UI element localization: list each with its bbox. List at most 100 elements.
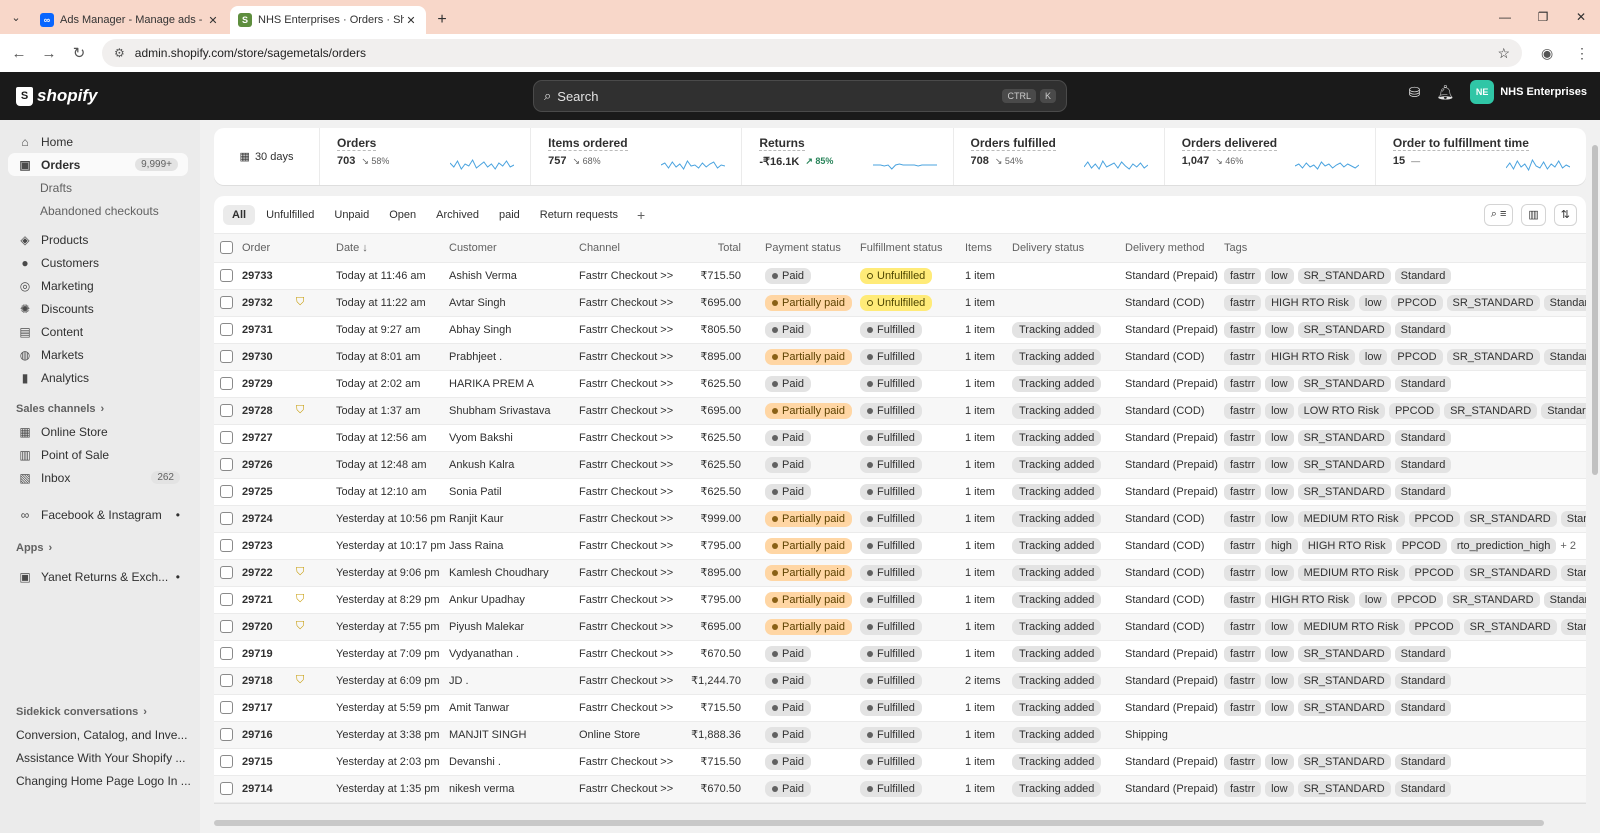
customer-name[interactable]: JD . <box>449 675 469 687</box>
order-number[interactable]: 29722 <box>242 567 273 579</box>
row-checkbox[interactable] <box>220 674 233 687</box>
profile-icon[interactable]: ◉ <box>1541 45 1553 62</box>
risk-shield-icon[interactable]: ⛉ <box>296 674 304 686</box>
col-delivery-status[interactable]: Delivery status <box>1012 234 1125 263</box>
table-row[interactable]: 29717 Yesterday at 5:59 pm Amit Tanwar Fast… <box>214 694 1586 722</box>
row-checkbox[interactable] <box>220 323 233 336</box>
tab-open[interactable]: Open <box>380 205 425 225</box>
sidebar-item-facebook-instagram[interactable]: ∞ Facebook & Instagram • <box>0 503 190 526</box>
table-row[interactable]: 29726 Today at 12:48 am Ankush Kalra Fastrr… <box>214 451 1586 479</box>
row-checkbox[interactable] <box>220 377 233 390</box>
row-checkbox[interactable] <box>220 701 233 714</box>
customer-name[interactable]: Piyush Malekar <box>449 621 524 633</box>
item-count[interactable]: 1 item <box>965 297 995 309</box>
item-count[interactable]: 1 item <box>965 378 995 390</box>
store-menu[interactable]: NE NHS Enterprises <box>1470 80 1587 104</box>
sidebar-item-orders[interactable]: ▣ Orders 9,999+ <box>8 153 188 176</box>
row-checkbox[interactable] <box>220 404 233 417</box>
col-order[interactable]: Order <box>242 234 296 263</box>
item-count[interactable]: 2 items <box>965 675 1000 687</box>
search-filter-button[interactable]: ⌕ ≡ <box>1483 203 1514 226</box>
item-count[interactable]: 1 item <box>965 351 995 363</box>
row-checkbox[interactable] <box>220 755 233 768</box>
tab-search-chevron-icon[interactable]: ⌄ <box>0 0 32 34</box>
col-customer[interactable]: Customer <box>449 234 579 263</box>
customer-name[interactable]: Vyom Bakshi <box>449 432 513 444</box>
select-all-checkbox[interactable] <box>220 241 233 255</box>
sidekick-conversation[interactable]: Conversion, Catalog, and Inve... <box>0 723 190 746</box>
row-checkbox[interactable] <box>220 512 233 525</box>
sidekick-conversation[interactable]: Changing Home Page Logo In ... <box>0 769 190 792</box>
col-payment-status[interactable]: Payment status <box>765 234 860 263</box>
col-total[interactable]: Total <box>691 234 765 263</box>
item-count[interactable]: 1 item <box>965 540 995 552</box>
customer-name[interactable]: nikesh verma <box>449 783 514 795</box>
sidebar-item-discounts[interactable]: ✺ Discounts <box>0 297 190 320</box>
sidebar-item-drafts[interactable]: Drafts <box>0 176 200 199</box>
columns-icon[interactable]: ▥ <box>1521 203 1546 226</box>
sales-channels-heading[interactable]: Sales channels › <box>0 397 200 420</box>
row-checkbox[interactable] <box>220 647 233 660</box>
date-range-button[interactable]: ▦ 30 days <box>214 128 320 185</box>
inbox-tray-icon[interactable]: ⛁ <box>1409 84 1421 101</box>
table-row[interactable]: 29716 Yesterday at 3:38 pm MANJIT SINGH Onl… <box>214 721 1586 749</box>
order-number[interactable]: 29721 <box>242 594 273 606</box>
table-row[interactable]: 29724 Yesterday at 10:56 pm Ranjit Kaur Fas… <box>214 505 1586 533</box>
row-checkbox[interactable] <box>220 458 233 471</box>
item-count[interactable]: 1 item <box>965 486 995 498</box>
item-count[interactable]: 1 item <box>965 729 995 741</box>
minimize-icon[interactable]: — <box>1486 10 1524 24</box>
sidebar-item-point-of-sale[interactable]: ▥ Point of Sale <box>0 443 190 466</box>
metric-orders-fulfilled[interactable]: Orders fulfilled 708 ↘ 54% <box>954 128 1165 185</box>
metric-returns[interactable]: Returns -₹16.1K ↗ 85% <box>742 128 954 185</box>
sort-icon[interactable]: ⇅ <box>1553 203 1577 226</box>
item-count[interactable]: 1 item <box>965 702 995 714</box>
item-count[interactable]: 1 item <box>965 459 995 471</box>
customer-name[interactable]: Vydyanathan . <box>449 648 519 660</box>
order-number[interactable]: 29730 <box>242 351 273 363</box>
sidekick-heading[interactable]: Sidekick conversations › <box>0 700 200 723</box>
order-number[interactable]: 29732 <box>242 297 273 309</box>
table-row[interactable]: 29723 Yesterday at 10:17 pm Jass Raina Fast… <box>214 532 1586 560</box>
back-icon[interactable]: ← <box>4 45 34 62</box>
customer-name[interactable]: Sonia Patil <box>449 486 502 498</box>
col-items[interactable]: Items <box>965 234 1012 263</box>
tab-unfulfilled[interactable]: Unfulfilled <box>257 205 323 225</box>
table-row[interactable]: 29727 Today at 12:56 am Vyom Bakshi Fastrr … <box>214 424 1586 452</box>
table-row[interactable]: 29715 Yesterday at 2:03 pm Devanshi . Fastr… <box>214 748 1586 776</box>
row-checkbox[interactable] <box>220 431 233 444</box>
shopify-logo[interactable]: S shopify <box>16 86 97 106</box>
url-field[interactable]: ⚙ admin.shopify.com/store/sagemetals/ord… <box>102 39 1522 67</box>
table-row[interactable]: 29731 Today at 9:27 am Abhay Singh Fastrr C… <box>214 316 1586 344</box>
item-count[interactable]: 1 item <box>965 270 995 282</box>
item-count[interactable]: 1 item <box>965 756 995 768</box>
customer-name[interactable]: Abhay Singh <box>449 324 511 336</box>
table-row[interactable]: 29728 ⛉ Today at 1:37 am Shubham Srivastava… <box>214 397 1586 425</box>
sidebar-item-products[interactable]: ◈ Products <box>0 228 190 251</box>
more-tags[interactable]: + 2 <box>1560 540 1576 552</box>
sidebar-item-analytics[interactable]: ▮ Analytics <box>0 366 190 389</box>
order-number[interactable]: 29724 <box>242 513 273 525</box>
row-checkbox[interactable] <box>220 485 233 498</box>
item-count[interactable]: 1 item <box>965 648 995 660</box>
customer-name[interactable]: Jass Raina <box>449 540 503 552</box>
sidekick-conversation[interactable]: Assistance With Your Shopify ... <box>0 746 190 769</box>
tab-all[interactable]: All <box>223 204 256 225</box>
order-number[interactable]: 29728 <box>242 405 273 417</box>
vertical-scrollbar[interactable] <box>1592 145 1598 475</box>
restore-icon[interactable]: ❐ <box>1524 10 1562 24</box>
table-row[interactable]: 29721 ⛉ Yesterday at 8:29 pm Ankur Upadhay F… <box>214 586 1586 614</box>
risk-shield-icon[interactable]: ⛉ <box>296 296 304 308</box>
browser-tab-ads-manager[interactable]: ∞ Ads Manager - Manage ads - C ✕ <box>32 6 228 34</box>
table-row[interactable]: 29722 ⛉ Yesterday at 9:06 pm Kamlesh Choudh… <box>214 559 1586 587</box>
close-icon[interactable]: ✕ <box>404 14 418 27</box>
table-row[interactable]: 29718 ⛉ Yesterday at 6:09 pm JD . Fastrr Che… <box>214 667 1586 695</box>
row-checkbox[interactable] <box>220 269 233 282</box>
sidebar-item-content[interactable]: ▤ Content <box>0 320 190 343</box>
tab-return-requests[interactable]: Return requests <box>531 205 627 225</box>
sidebar-item-marketing[interactable]: ◎ Marketing <box>0 274 190 297</box>
sidebar-item-abandoned-checkouts[interactable]: Abandoned checkouts <box>0 199 200 222</box>
new-tab-button[interactable]: + <box>428 6 456 34</box>
table-row[interactable]: 29733 Today at 11:46 am Ashish Verma Fastrr… <box>214 262 1586 290</box>
row-checkbox[interactable] <box>220 728 233 741</box>
